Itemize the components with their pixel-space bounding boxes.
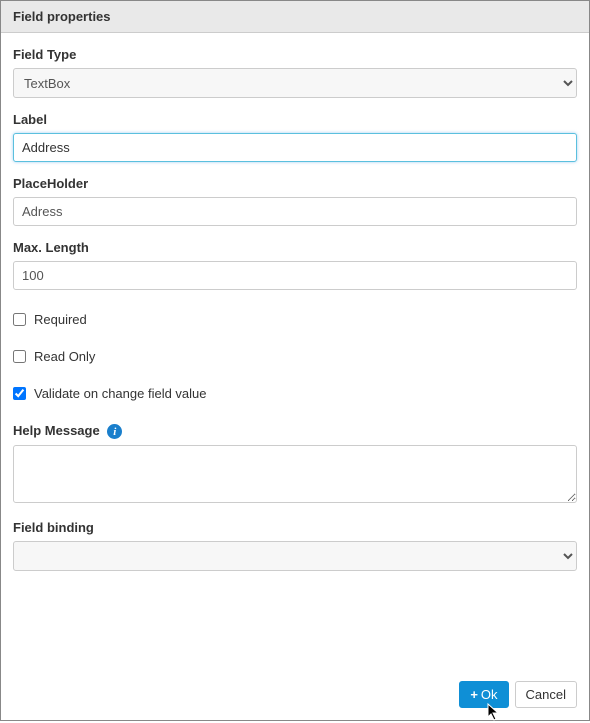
modal-footer: + Ok Cancel [1, 671, 589, 720]
field-type-label: Field Type [13, 47, 577, 62]
validate-label: Validate on change field value [34, 386, 207, 401]
modal-title: Field properties [13, 9, 111, 24]
cancel-button-label: Cancel [526, 687, 566, 702]
modal-header: Field properties [1, 1, 589, 33]
readonly-group: Read Only [13, 349, 577, 364]
fieldbinding-label: Field binding [13, 520, 577, 535]
helpmessage-label: Help Message i [13, 423, 577, 439]
validate-checkbox[interactable] [13, 387, 26, 400]
ok-button[interactable]: + Ok [459, 681, 508, 708]
placeholder-label: PlaceHolder [13, 176, 577, 191]
info-icon[interactable]: i [107, 424, 122, 439]
required-label: Required [34, 312, 87, 327]
required-checkbox[interactable] [13, 313, 26, 326]
placeholder-group: PlaceHolder [13, 176, 577, 226]
modal-body: Field Type TextBox Label PlaceHolder Max… [1, 33, 589, 671]
fieldbinding-select[interactable] [13, 541, 577, 571]
label-group: Label [13, 112, 577, 162]
field-type-group: Field Type TextBox [13, 47, 577, 98]
label-label: Label [13, 112, 577, 127]
ok-button-label: Ok [481, 687, 498, 702]
fieldbinding-group: Field binding [13, 520, 577, 571]
required-group: Required [13, 312, 577, 327]
maxlength-input[interactable] [13, 261, 577, 290]
helpmessage-group: Help Message i [13, 423, 577, 506]
plus-icon: + [470, 688, 478, 701]
maxlength-label: Max. Length [13, 240, 577, 255]
readonly-label: Read Only [34, 349, 95, 364]
field-type-select[interactable]: TextBox [13, 68, 577, 98]
placeholder-input[interactable] [13, 197, 577, 226]
cancel-button[interactable]: Cancel [515, 681, 577, 708]
helpmessage-textarea[interactable] [13, 445, 577, 503]
label-input[interactable] [13, 133, 577, 162]
field-properties-modal: Field properties Field Type TextBox Labe… [0, 0, 590, 721]
validate-group: Validate on change field value [13, 386, 577, 401]
readonly-checkbox[interactable] [13, 350, 26, 363]
maxlength-group: Max. Length [13, 240, 577, 290]
